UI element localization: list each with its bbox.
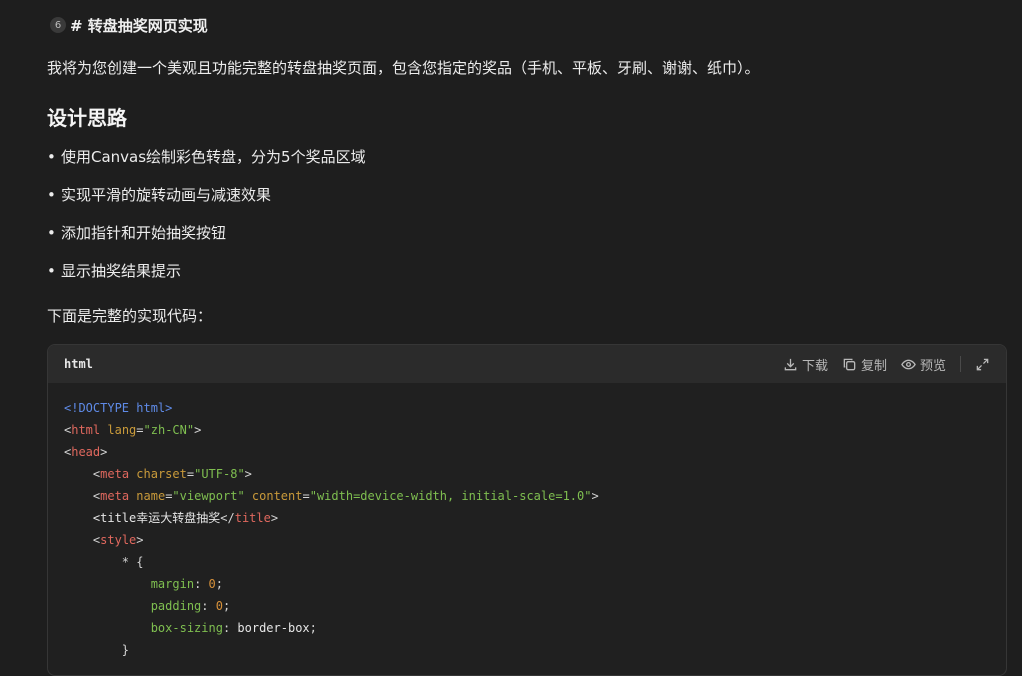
- section-heading: 6 # 转盘抽奖网页实现: [47, 13, 208, 37]
- intro-paragraph: 我将为您创建一个美观且功能完整的转盘抽奖页面，包含您指定的奖品（手机、平板、牙刷…: [47, 59, 760, 77]
- heading-text: # 转盘抽奖网页实现: [70, 16, 208, 35]
- design-title: 设计思路: [47, 106, 127, 130]
- code-line: <meta charset="UTF-8">: [92, 467, 252, 481]
- code-line: box-sizing: border-box;: [150, 621, 317, 635]
- code-actions: 下载 复制 预览: [783, 355, 990, 374]
- list-item: • 使用Canvas绘制彩色转盘，分为5个奖品区域: [47, 148, 366, 166]
- code-line: padding: 0;: [150, 599, 231, 613]
- expand-button[interactable]: [975, 357, 990, 372]
- design-list: • 使用Canvas绘制彩色转盘，分为5个奖品区域 • 实现平滑的旋转动画与减速效果…: [47, 146, 366, 298]
- code-intro-text: 下面是完整的实现代码：: [47, 307, 213, 325]
- code-content: <!DOCTYPE html> <html lang="zh-CN"> <hea…: [48, 383, 1006, 675]
- code-block: html 下载 复制 预览 <!DOCTYPE html> <html lang…: [47, 344, 1007, 676]
- copy-icon: [843, 358, 856, 370]
- download-button[interactable]: 下载: [783, 355, 828, 374]
- code-line: * {: [121, 555, 144, 569]
- code-line: margin: 0;: [150, 577, 223, 591]
- download-icon: [784, 358, 797, 370]
- code-line: <!DOCTYPE html>: [64, 401, 173, 415]
- code-line: <title幸运大转盘抽奖</title>: [92, 511, 279, 525]
- list-item: • 添加指针和开始抽奖按钮: [47, 224, 227, 242]
- step-badge: 6: [50, 17, 66, 33]
- code-line: <meta name="viewport" content="width=dev…: [92, 489, 599, 503]
- list-item: • 实现平滑的旋转动画与减速效果: [47, 186, 272, 204]
- divider: [960, 356, 961, 372]
- preview-button[interactable]: 预览: [901, 355, 946, 374]
- expand-icon: [976, 358, 989, 370]
- eye-icon: [901, 359, 916, 369]
- code-line: <style>: [92, 533, 144, 547]
- code-line: }: [121, 643, 130, 657]
- list-item: • 显示抽奖结果提示: [47, 262, 182, 280]
- code-line: <head>: [64, 445, 108, 459]
- copy-button[interactable]: 复制: [842, 355, 887, 374]
- code-header: html 下载 复制 预览: [48, 345, 1006, 383]
- code-language: html: [64, 357, 93, 371]
- code-line: <html lang="zh-CN">: [64, 423, 202, 437]
